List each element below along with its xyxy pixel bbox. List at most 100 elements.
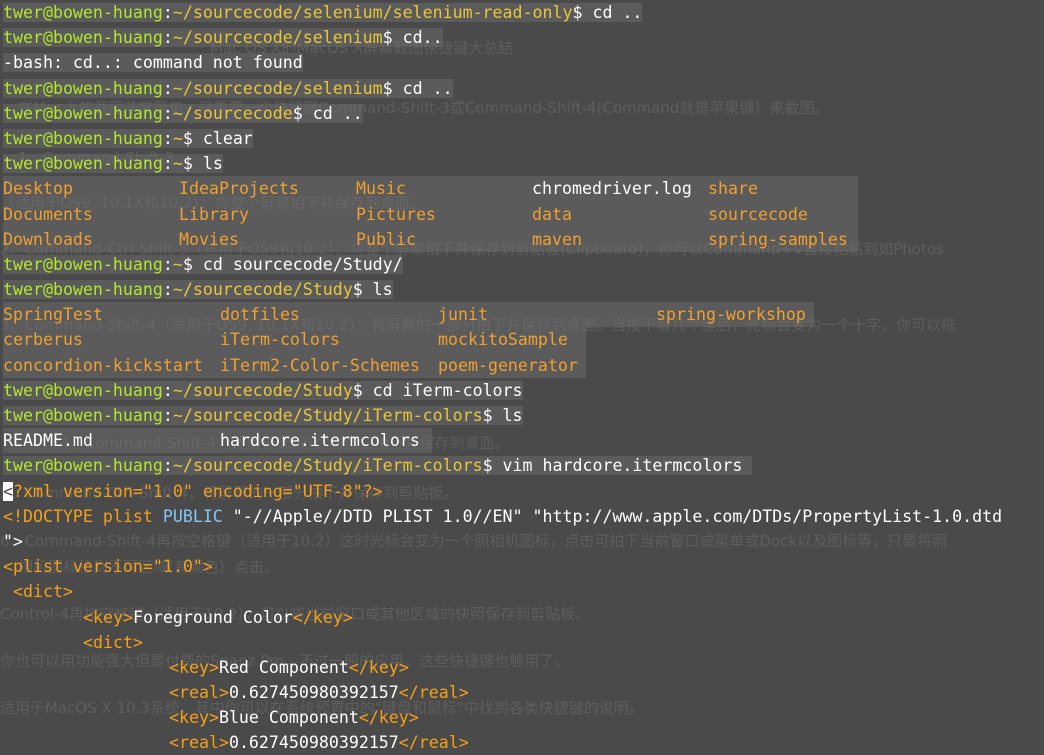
xml-doctype-name: plist (92, 506, 163, 526)
prompt-path: ~ (172, 254, 183, 274)
xml-real-tag: </real> (398, 683, 469, 703)
prompt-path: ~ (172, 154, 183, 174)
prompt-user: twer@bowen-huang (3, 103, 163, 123)
ls-entry: sourcecode (708, 204, 808, 224)
xml-real-tag: </real> (398, 733, 469, 753)
vim-line: <key>Foreground Color</key> (3, 605, 1044, 630)
vim-line: <key>Red Component</key> (3, 655, 1044, 680)
vim-cursor[interactable]: < (3, 481, 13, 501)
xml-key-tag: <key> (169, 657, 219, 677)
command-text: cd sourcecode/Study/ (202, 254, 403, 274)
prompt-line: twer@bowen-huang:~$ clear (3, 128, 253, 148)
prompt-path: ~ (172, 128, 183, 148)
xml-key-tag: <key> (169, 708, 219, 728)
command-text: ls (502, 406, 523, 425)
ls-entry: README.md (3, 431, 93, 451)
command-text: cd .. (312, 103, 363, 123)
xml-real-tag: <real> (169, 733, 229, 753)
vim-line: <key>Blue Component</key> (3, 705, 1044, 730)
ls-entry: iTerm2-Color-Schemes (220, 355, 420, 375)
ls-output-row: Desktop IdeaProjects Music chromedriver.… (3, 176, 858, 202)
prompt-line: twer@bowen-huang:~/sourcecode/selenium$ … (3, 78, 453, 98)
command-text: ls (372, 280, 393, 300)
ls-entry: SpringTest (3, 305, 103, 325)
xml-key-tag: </key> (348, 657, 409, 677)
vim-line: <real>0.627450980392157</real> (3, 730, 1044, 755)
vim-line: <dict> (3, 630, 1044, 655)
xml-plist-tag: <plist version="1.0"> (3, 557, 213, 577)
ls-entry: data (532, 204, 572, 224)
vim-line: <dict> (3, 579, 1044, 604)
ls-entry: maven (532, 229, 582, 249)
xml-key-tag: <key> (83, 607, 133, 627)
ls-output-row: SpringTest dotfiles junit spring-worksho… (3, 302, 814, 328)
prompt-user: twer@bowen-huang (3, 154, 163, 174)
xml-declaration: ?xml version="1.0" encoding="UTF-8"?> (13, 481, 383, 501)
prompt-line: twer@bowen-huang:~/sourcecode/selenium$ … (3, 28, 443, 48)
prompt-user: twer@bowen-huang (3, 280, 163, 300)
vim-line: "> (3, 529, 1044, 554)
xml-real-value: 0.627450980392157 (228, 733, 399, 753)
ls-entry: share (708, 179, 758, 199)
ls-output-row: README.md hardcore.itermcolors (3, 428, 432, 454)
command-text: cd .. (402, 78, 453, 98)
prompt-path: ~/sourcecode (172, 103, 293, 123)
prompt-line: twer@bowen-huang:~/sourcecode/Study$ ls (3, 280, 393, 300)
prompt-path: ~/sourcecode/Study (172, 280, 353, 300)
prompt-user: twer@bowen-huang (3, 456, 163, 476)
xml-string-close: "> (3, 531, 23, 551)
command-text: cd .. (592, 3, 643, 22)
ls-entry: Documents (3, 204, 93, 224)
command-text: vim hardcore.itermcolors (502, 456, 743, 476)
ls-output-row: Documents Library Pictures data sourceco… (3, 201, 858, 227)
ls-entry: Downloads (3, 229, 93, 249)
ls-entry: junit (438, 305, 488, 325)
ls-entry: mockitoSample (438, 330, 568, 350)
error-text: -bash: cd..: command not found (3, 53, 303, 73)
xml-dict-tag: <dict> (13, 582, 73, 602)
prompt-line: twer@bowen-huang:~/sourcecode/selenium/s… (3, 3, 643, 22)
ls-output-row: concordion-kickstart iTerm2-Color-Scheme… (3, 352, 586, 378)
xml-string: "-//Apple//DTD PLIST 1.0//EN" "http://ww… (222, 506, 1003, 526)
ls-entry: spring-workshop (656, 305, 806, 325)
ls-entry: Music (356, 179, 406, 199)
vim-line: <plist version="1.0"> (3, 554, 1044, 579)
ls-entry: IdeaProjects (179, 179, 299, 199)
xml-key-tag: </key> (292, 607, 353, 627)
prompt-user: twer@bowen-huang (3, 3, 163, 22)
ls-entry: hardcore.itermcolors (220, 431, 420, 451)
ls-output-row: Downloads Movies Public maven spring-sam… (3, 226, 858, 252)
ls-entry: Library (179, 204, 249, 224)
xml-key-text: Blue Component (218, 708, 359, 728)
terminal-window[interactable]: twer@bowen-huang:~/sourcecode/selenium/s… (3, 0, 1044, 755)
vim-line: <?xml version="1.0" encoding="UTF-8"?> (3, 479, 1044, 504)
xml-doctype: <!DOCTYPE (3, 506, 93, 526)
prompt-path: ~/sourcecode/selenium (172, 78, 383, 98)
prompt-path: ~/sourcecode/Study/iTerm-colors (172, 456, 483, 476)
ls-entry: cerberus (3, 330, 83, 350)
prompt-line: twer@bowen-huang:~/sourcecode/Study$ cd … (3, 380, 523, 400)
xml-keyword: PUBLIC (162, 506, 223, 526)
xml-real-tag: <real> (169, 683, 229, 703)
ls-output-row: cerberus iTerm-colors mockitoSample (3, 327, 586, 353)
prompt-path: ~/sourcecode/selenium/selenium-read-only (172, 3, 573, 22)
xml-key-tag: </key> (358, 708, 419, 728)
ls-entry: dotfiles (220, 305, 300, 325)
ls-entry: Public (356, 229, 416, 249)
prompt-line: twer@bowen-huang:~/sourcecode$ cd .. (3, 103, 363, 123)
vim-line: <real>0.627450980392157</real> (3, 680, 1044, 705)
prompt-path: ~/sourcecode/selenium (172, 28, 383, 48)
prompt-user: twer@bowen-huang (3, 406, 163, 425)
prompt-user: twer@bowen-huang (3, 380, 163, 400)
ls-entry: chromedriver.log (532, 179, 692, 199)
command-text: clear (202, 128, 253, 148)
ls-entry: Movies (179, 229, 239, 249)
prompt-line: twer@bowen-huang:~$ ls (3, 154, 223, 174)
command-text: cd.. (402, 28, 443, 48)
ls-entry: Desktop (3, 179, 73, 199)
ls-entry: spring-samples (708, 229, 848, 249)
prompt-line: twer@bowen-huang:~/sourcecode/Study/iTer… (3, 453, 1044, 478)
xml-dict-tag: <dict> (83, 632, 143, 652)
ls-entry: poem-generator (438, 355, 578, 375)
xml-key-text: Foreground Color (132, 607, 293, 627)
